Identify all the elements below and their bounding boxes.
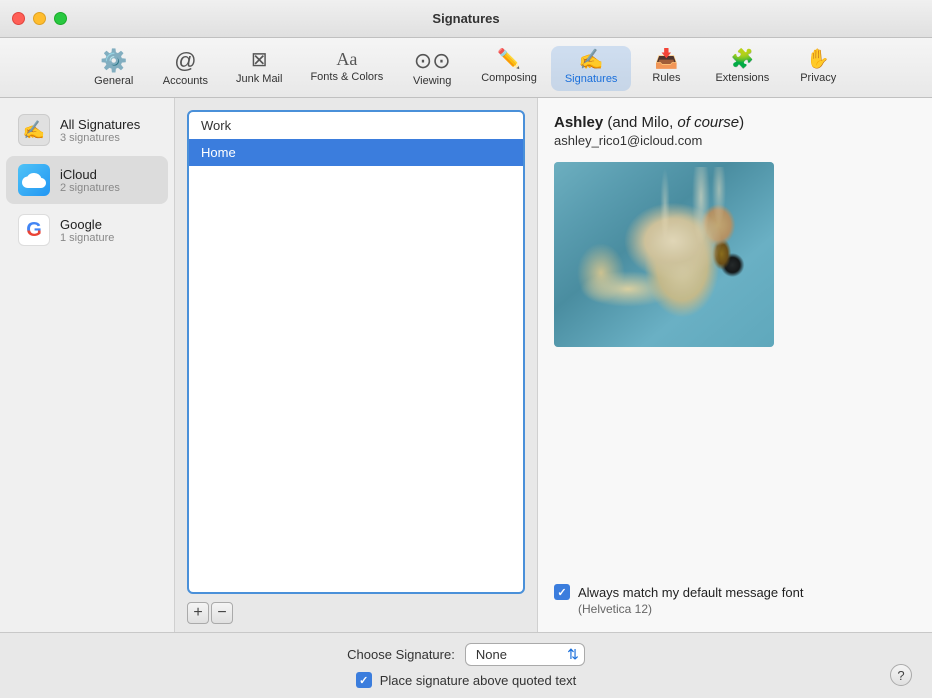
always-match-label: Always match my default message font [578, 585, 803, 600]
sidebar-name-google: Google [60, 217, 114, 232]
toolbar-item-privacy[interactable]: ✋ Privacy [783, 46, 853, 91]
preview-footer: Always match my default message font (He… [554, 564, 916, 616]
signature-name-line: Ashley (and Milo, of course) [554, 114, 916, 131]
toolbar: ⚙️ General @ Accounts ⊠ Junk Mail Aa Fon… [0, 38, 932, 98]
privacy-icon: ✋ [806, 50, 830, 69]
sidebar-text-all-signatures: All Signatures 3 signatures [60, 117, 140, 144]
signature-image [554, 162, 774, 347]
close-button[interactable] [12, 12, 25, 25]
toolbar-item-accounts[interactable]: @ Accounts [149, 46, 222, 91]
sig-list-spacer [189, 166, 523, 592]
fonts-icon: Aa [336, 50, 357, 68]
signature-name-bold: Ashley [554, 114, 603, 131]
toolbar-label-accounts: Accounts [163, 75, 208, 87]
sidebar-item-all-signatures[interactable]: ✍ All Signatures 3 signatures [6, 106, 168, 154]
toolbar-label-extensions: Extensions [715, 72, 769, 84]
place-signature-label: Place signature above quoted text [380, 673, 577, 688]
toolbar-item-rules[interactable]: 📥 Rules [631, 46, 701, 91]
maximize-button[interactable] [54, 12, 67, 25]
toolbar-item-general[interactable]: ⚙️ General [79, 46, 149, 91]
toolbar-label-composing: Composing [481, 72, 537, 84]
toolbar-item-composing[interactable]: ✏️ Composing [467, 46, 551, 91]
always-match-checkbox[interactable] [554, 584, 570, 600]
signature-email: ashley_rico1@icloud.com [554, 133, 916, 148]
signature-list-controls: + − [175, 594, 537, 632]
signature-name-italic: of course [677, 114, 739, 131]
toolbar-item-viewing[interactable]: ⊙⊙ Viewing [397, 46, 467, 91]
bottom-bar: Choose Signature: None Work Home ⇅ Place… [0, 632, 932, 698]
place-signature-row: Place signature above quoted text [356, 672, 577, 688]
choose-signature-select[interactable]: None Work Home [465, 643, 585, 666]
sidebar-text-google: Google 1 signature [60, 217, 114, 244]
helvetica-note: (Helvetica 12) [554, 602, 916, 616]
sidebar-count-icloud: 2 signatures [60, 182, 120, 194]
google-g-icon: G [26, 219, 42, 242]
sidebar-name-icloud: iCloud [60, 167, 120, 182]
signature-name-rest: (and Milo, of course) [603, 114, 744, 131]
junk-icon: ⊠ [251, 50, 268, 70]
choose-signature-row: Choose Signature: None Work Home ⇅ [347, 643, 585, 666]
center-panel: Work Home + − [175, 98, 537, 632]
signature-icon: ✍️ [579, 50, 604, 70]
at-icon: @ [174, 50, 196, 72]
remove-signature-button[interactable]: − [211, 602, 233, 624]
toolbar-item-junk-mail[interactable]: ⊠ Junk Mail [222, 46, 296, 91]
sidebar-count-google: 1 signature [60, 232, 114, 244]
toolbar-item-signatures[interactable]: ✍️ Signatures [551, 46, 632, 91]
toolbar-label-signatures: Signatures [565, 73, 618, 85]
icloud-avatar [18, 164, 50, 196]
sidebar-item-google[interactable]: G Google 1 signature [6, 206, 168, 254]
place-signature-checkbox[interactable] [356, 672, 372, 688]
rules-icon: 📥 [655, 50, 679, 69]
bottom-bar-wrapper: Choose Signature: None Work Home ⇅ Place… [0, 632, 932, 698]
help-button[interactable]: ? [890, 664, 912, 686]
toolbar-label-general: General [94, 75, 133, 87]
sidebar: ✍ All Signatures 3 signatures iCloud 2 s… [0, 98, 175, 632]
glasses-icon: ⊙⊙ [414, 50, 451, 72]
choose-signature-label: Choose Signature: [347, 647, 455, 662]
signature-preview-panel: Ashley (and Milo, of course) ashley_rico… [537, 98, 932, 632]
minimize-button[interactable] [33, 12, 46, 25]
add-signature-button[interactable]: + [187, 602, 209, 624]
titlebar: Signatures [0, 0, 932, 38]
window-controls [12, 12, 67, 25]
toolbar-item-fonts-colors[interactable]: Aa Fonts & Colors [296, 46, 397, 91]
sidebar-count-all-signatures: 3 signatures [60, 132, 140, 144]
sidebar-name-all-signatures: All Signatures [60, 117, 140, 132]
extensions-icon: 🧩 [731, 50, 755, 69]
all-sigs-icon: ✍ [23, 120, 45, 141]
google-avatar: G [18, 214, 50, 246]
toolbar-label-viewing: Viewing [413, 75, 451, 87]
toolbar-item-extensions[interactable]: 🧩 Extensions [701, 46, 783, 91]
signature-list: Work Home [187, 110, 525, 594]
toolbar-label-junk-mail: Junk Mail [236, 73, 282, 85]
toolbar-label-fonts-colors: Fonts & Colors [310, 71, 383, 83]
signature-list-item-work[interactable]: Work [189, 112, 523, 139]
toolbar-label-privacy: Privacy [800, 72, 836, 84]
compose-icon: ✏️ [497, 50, 521, 69]
signature-list-item-home[interactable]: Home [189, 139, 523, 166]
gear-icon: ⚙️ [100, 50, 127, 72]
always-match-row: Always match my default message font [554, 576, 916, 600]
sidebar-item-icloud[interactable]: iCloud 2 signatures [6, 156, 168, 204]
toolbar-label-rules: Rules [652, 72, 680, 84]
sidebar-text-icloud: iCloud 2 signatures [60, 167, 120, 194]
window-title: Signatures [432, 11, 499, 26]
main-content: ✍ All Signatures 3 signatures iCloud 2 s… [0, 98, 932, 632]
choose-signature-select-wrapper: None Work Home ⇅ [465, 643, 585, 666]
all-signatures-avatar: ✍ [18, 114, 50, 146]
